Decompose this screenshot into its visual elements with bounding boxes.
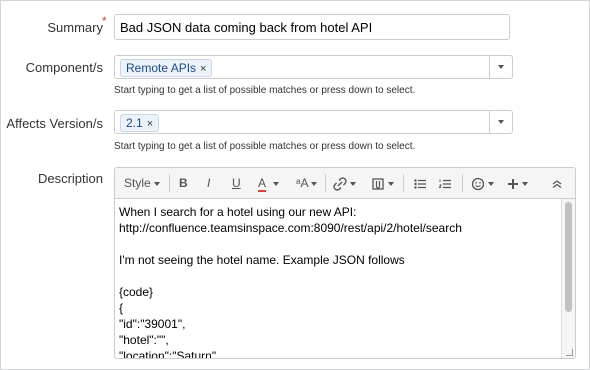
version-pill[interactable]: 2.1 × [120, 114, 160, 132]
description-editor[interactable]: Style B I U A ᵃA When I search for a hot… [114, 167, 576, 359]
chevron-down-icon [153, 181, 160, 186]
component-pill-label: Remote APIs [126, 61, 197, 75]
attachment-button[interactable] [371, 174, 394, 192]
plus-icon [508, 178, 518, 189]
toolbar-divider [403, 174, 404, 192]
more-formatting-icon: ᵃA [296, 176, 309, 190]
chevron-down-icon [522, 181, 528, 186]
editor-line: "hotel":"", [119, 333, 169, 347]
style-dropdown[interactable]: Style [124, 174, 160, 192]
link-button[interactable] [333, 174, 356, 192]
summary-value: Bad JSON data coming back from hotel API [120, 20, 373, 35]
editor-line: "location":"Saturn" [119, 349, 217, 359]
chevron-down-icon [273, 181, 280, 186]
issue-form: Summary * Bad JSON data coming back from… [0, 0, 590, 370]
affects-version-label: Affects Version/s [6, 116, 103, 131]
components-select[interactable]: Remote APIs × [114, 55, 513, 79]
italic-button[interactable]: I [207, 174, 210, 192]
summary-input[interactable]: Bad JSON data coming back from hotel API [114, 14, 510, 40]
editor-line: {code} [119, 285, 154, 299]
double-chevron-up-icon [552, 180, 562, 188]
description-label: Description [37, 171, 103, 186]
required-marker: * [102, 14, 107, 28]
emoticon-button[interactable] [471, 174, 494, 192]
bullet-list-icon [414, 179, 426, 189]
affects-version-hint: Start typing to get a list of possible m… [114, 141, 416, 152]
chevron-down-icon [350, 181, 356, 186]
component-pill[interactable]: Remote APIs × [120, 59, 213, 77]
chevron-down-icon [311, 181, 318, 186]
affects-version-select[interactable]: 2.1 × [114, 110, 513, 134]
components-hint: Start typing to get a list of possible m… [114, 85, 416, 96]
numbered-list-button[interactable] [438, 174, 452, 192]
editor-toolbar: Style B I U A ᵃA [115, 168, 575, 199]
remove-pill-icon[interactable]: × [147, 118, 153, 130]
affects-version-dropdown-button[interactable] [489, 111, 512, 133]
bullet-list-button[interactable] [413, 174, 427, 192]
smiley-icon [471, 177, 485, 190]
style-label: Style [124, 176, 151, 190]
chevron-down-icon [388, 181, 394, 186]
editor-scrollbar[interactable] [561, 199, 575, 358]
toolbar-divider [325, 174, 326, 192]
attachment-icon [372, 178, 384, 190]
bold-button[interactable]: B [179, 174, 188, 192]
collapse-toolbar-button[interactable] [551, 174, 563, 192]
resize-handle[interactable] [566, 349, 573, 356]
text-color-button[interactable]: A [258, 174, 280, 192]
components-dropdown-button[interactable] [489, 56, 512, 78]
editor-line: When I search for a hotel using our new … [119, 205, 357, 219]
version-pill-label: 2.1 [126, 116, 143, 130]
components-label: Component/s [25, 60, 103, 75]
toolbar-divider [169, 174, 170, 192]
text-color-icon: A [258, 176, 267, 192]
editor-line: { [119, 301, 124, 315]
numbered-list-icon [438, 179, 451, 188]
insert-more-button[interactable] [507, 174, 528, 192]
editor-line: http://confluence.teamsinspace.com:8090/… [119, 221, 462, 235]
link-icon [333, 177, 347, 191]
remove-pill-icon[interactable]: × [200, 63, 206, 75]
summary-label: Summary [47, 20, 103, 35]
editor-line: "id":"39001", [119, 317, 186, 331]
scrollbar-thumb[interactable] [565, 202, 572, 312]
editor-line: I'm not seeing the hotel name. Example J… [119, 253, 405, 267]
toolbar-divider [462, 174, 463, 192]
chevron-down-icon [488, 181, 494, 186]
underline-button[interactable]: U [232, 174, 241, 192]
more-formatting-button[interactable]: ᵃA [296, 174, 318, 192]
editor-content[interactable]: When I search for a hotel using our new … [119, 204, 559, 359]
